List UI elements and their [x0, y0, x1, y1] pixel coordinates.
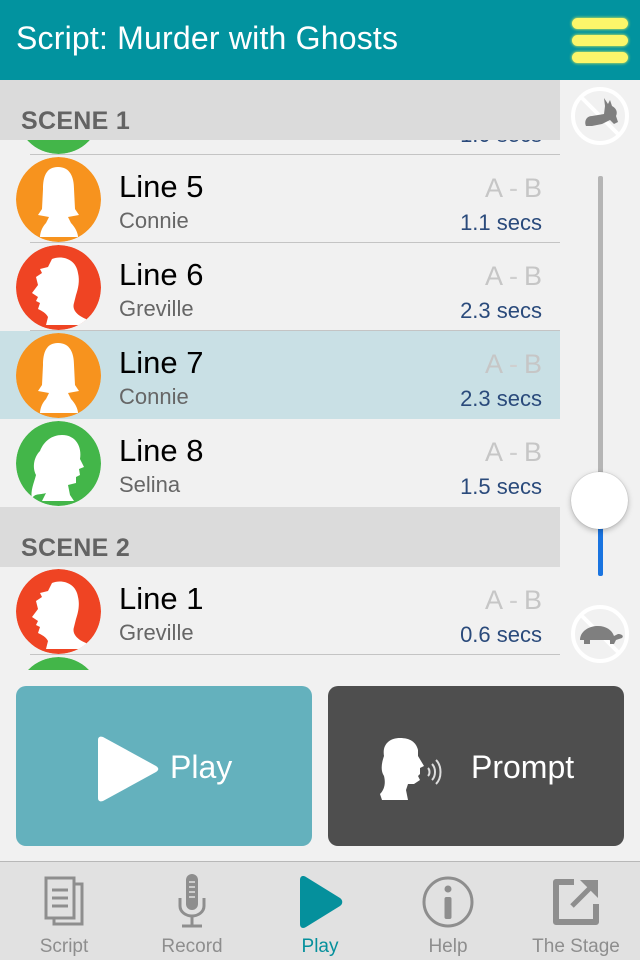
female-bob-silhouette-icon: [16, 333, 101, 418]
marker-b[interactable]: B: [524, 173, 542, 203]
microphone-icon: [178, 874, 206, 928]
rabbit-icon[interactable]: [570, 86, 630, 146]
avatar-greville: [16, 245, 101, 330]
character-name: Selina: [119, 472, 181, 497]
line-duration: 1.5 secs: [460, 474, 542, 499]
male-profile-silhouette-icon: [16, 569, 101, 654]
marker-dash: -: [508, 437, 518, 467]
character-name: Greville: [119, 296, 194, 321]
character-name: Connie: [119, 384, 189, 409]
marker-a[interactable]: A: [485, 261, 503, 291]
scene-label: SCENE 2: [21, 534, 131, 562]
tab-record[interactable]: Record: [128, 862, 256, 960]
marker-b[interactable]: B: [524, 437, 542, 467]
app-root: Script: Murder with Ghosts Selina 1.0 se…: [0, 0, 640, 960]
male-profile-silhouette-icon: [16, 245, 101, 330]
character-name: Connie: [119, 208, 189, 233]
info-icon: [422, 876, 474, 928]
marker-a[interactable]: A: [485, 437, 503, 467]
line-row-selected[interactable]: Line 7 Connie A-B 2.3 secs: [0, 331, 560, 419]
header-bar: Script: Murder with Ghosts: [0, 0, 640, 80]
marker-dash: -: [508, 173, 518, 203]
line-row[interactable]: [0, 655, 560, 670]
line-duration: 1.1 secs: [460, 210, 542, 235]
hamburger-menu-icon[interactable]: [572, 16, 628, 66]
menu-bar: [572, 52, 628, 63]
play-icon: [300, 876, 343, 928]
menu-bar: [572, 18, 628, 29]
speed-slider-thumb[interactable]: [571, 472, 628, 529]
ab-markers[interactable]: A-B: [485, 585, 542, 616]
tab-label: The Stage: [532, 936, 620, 957]
line-title: Line 1: [119, 581, 204, 616]
tab-label: Help: [428, 936, 468, 957]
prompt-button-label: Prompt: [471, 749, 575, 785]
marker-dash: -: [508, 349, 518, 379]
line-title: Line 6: [119, 257, 204, 292]
speaking-head-icon: [380, 738, 442, 800]
tab-help[interactable]: Help: [384, 862, 512, 960]
avatar-selina: [16, 421, 101, 506]
play-button[interactable]: Play: [16, 686, 312, 846]
line-row[interactable]: Line 8 Selina A-B 1.5 secs: [0, 419, 560, 507]
avatar-connie: [16, 157, 101, 242]
scene-label: SCENE 1: [21, 107, 131, 135]
marker-dash: -: [508, 261, 518, 291]
marker-b[interactable]: B: [524, 261, 542, 291]
marker-a[interactable]: A: [485, 585, 503, 615]
scene-header: SCENE 1: [0, 80, 560, 140]
avatar-connie: [16, 333, 101, 418]
avatar-greville: [16, 569, 101, 654]
marker-a[interactable]: A: [485, 349, 503, 379]
line-row[interactable]: Line 6 Greville A-B 2.3 secs: [0, 243, 560, 331]
ab-markers[interactable]: A-B: [485, 437, 542, 468]
ab-markers[interactable]: A-B: [485, 349, 542, 380]
female-bob-silhouette-icon: [16, 157, 101, 242]
line-duration: 2.3 secs: [460, 298, 542, 323]
tab-label: Play: [301, 936, 339, 957]
line-duration: 2.3 secs: [460, 386, 542, 411]
line-row[interactable]: Line 1 Greville A-B 0.6 secs: [0, 567, 560, 655]
marker-a[interactable]: A: [485, 173, 503, 203]
external-link-icon: [553, 879, 599, 925]
script-lines-list[interactable]: Selina 1.0 secs SCENE 1 Line 5 Connie A-…: [0, 80, 560, 670]
tab-label: Record: [161, 936, 223, 957]
marker-dash: -: [508, 585, 518, 615]
female-ponytail-silhouette-icon: [16, 421, 101, 506]
line-row[interactable]: Line 5 Connie A-B 1.1 secs: [0, 155, 560, 243]
script-title: Script: Murder with Ghosts: [16, 20, 399, 56]
line-title: Line 7: [119, 345, 204, 380]
speed-slider-track[interactable]: [598, 176, 603, 500]
tab-bar: Script Record Play Help The Stage: [0, 861, 640, 960]
play-button-label: Play: [170, 749, 233, 785]
marker-b[interactable]: B: [524, 585, 542, 615]
line-duration: 0.6 secs: [460, 622, 542, 647]
tab-play[interactable]: Play: [256, 862, 384, 960]
scene-header: SCENE 2: [0, 507, 560, 567]
ab-markers[interactable]: A-B: [485, 173, 542, 204]
prompt-button[interactable]: Prompt: [328, 686, 624, 846]
line-title: Line 8: [119, 433, 204, 468]
tab-the-stage[interactable]: The Stage: [512, 862, 640, 960]
marker-b[interactable]: B: [524, 349, 542, 379]
tab-label: Script: [39, 936, 89, 957]
play-triangle-icon: [98, 736, 159, 802]
menu-bar: [572, 35, 628, 46]
ab-markers[interactable]: A-B: [485, 261, 542, 292]
tab-script[interactable]: Script: [0, 862, 128, 960]
line-title: Line 5: [119, 169, 204, 204]
turtle-icon[interactable]: [570, 604, 630, 664]
script-pages-icon: [44, 876, 84, 926]
character-name: Greville: [119, 620, 194, 645]
female-ponytail-silhouette-icon: [27, 657, 90, 670]
avatar-selina: [16, 657, 101, 670]
